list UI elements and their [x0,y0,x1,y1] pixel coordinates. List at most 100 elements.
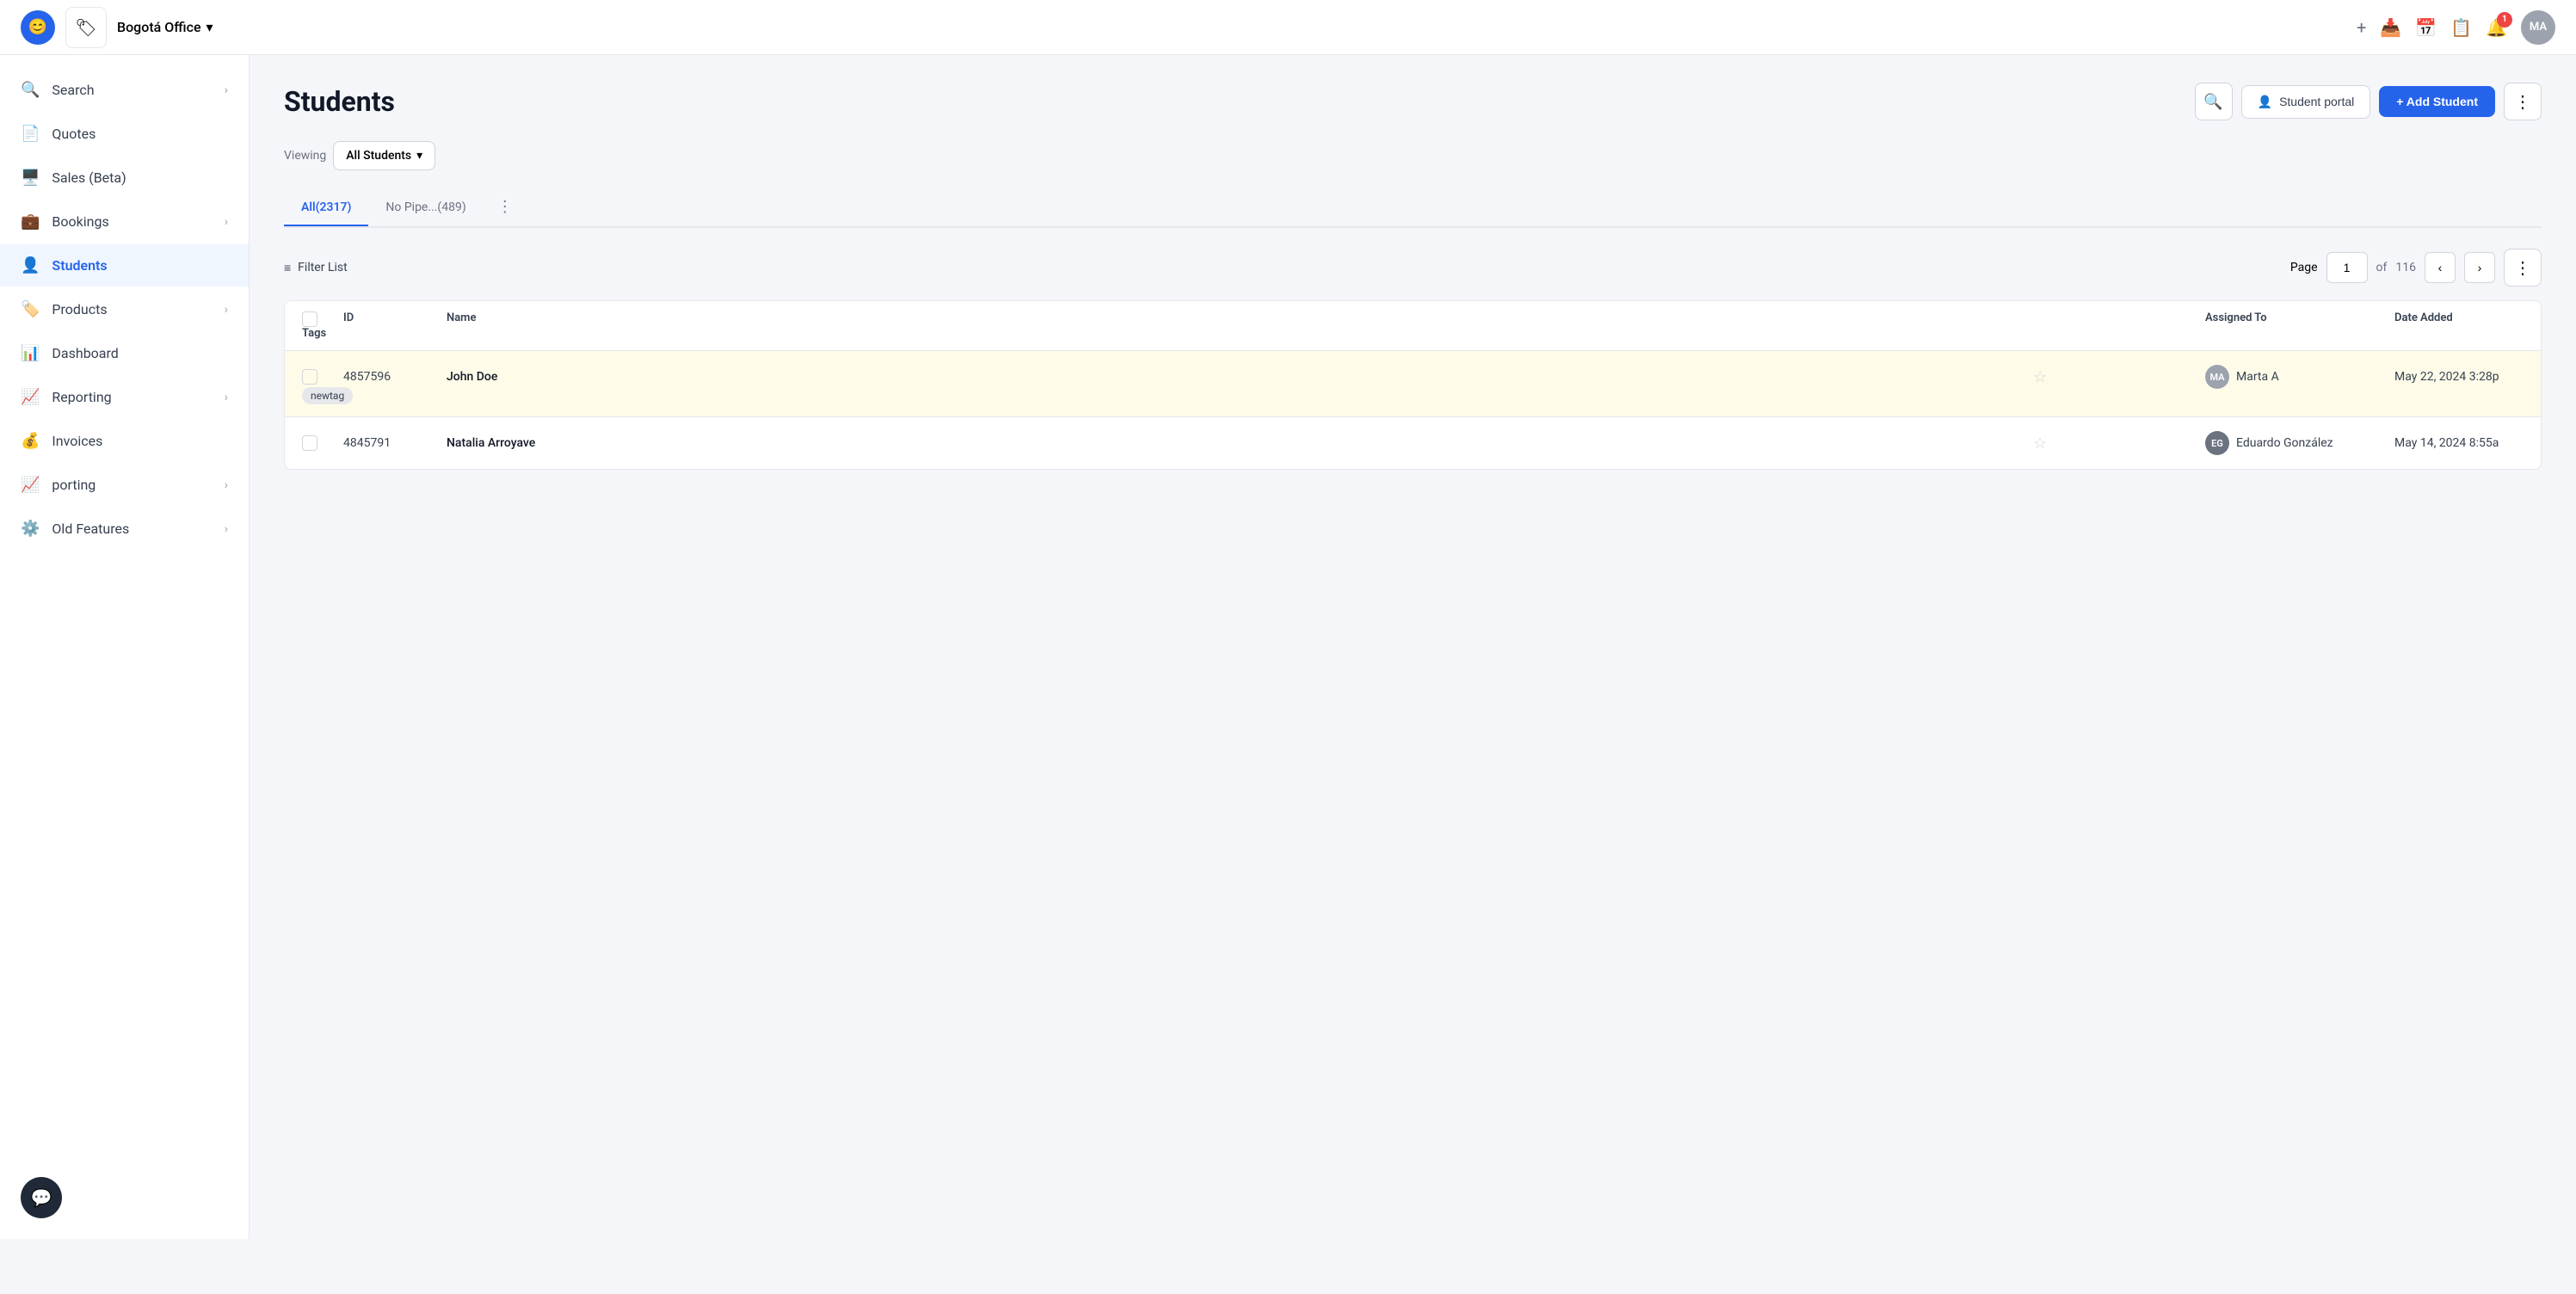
select-all-checkbox[interactable] [302,311,317,327]
star-icon[interactable]: ☆ [2033,434,2047,453]
sidebar-item-left: 🔍 Search [21,81,95,99]
brand-icon[interactable]: 😊 [21,10,55,45]
add-button[interactable]: + [2357,17,2366,38]
porting-icon: 📈 [21,476,40,494]
sidebar-item-students[interactable]: 👤 Students [0,244,249,287]
layout: 🔍 Search › 📄 Quotes 🖥️ Sales (Beta) 💼 Bo… [0,55,2576,1239]
assigned-name: Marta A [2236,370,2279,384]
table-more-button[interactable]: ⋮ [2504,249,2542,287]
row-star[interactable]: ☆ [2033,368,2205,386]
sidebar-label: Dashboard [52,345,118,361]
office-selector[interactable]: Bogotá Office ▾ [117,19,213,35]
task-icon[interactable]: 📋 [2450,17,2472,38]
portal-icon: 👤 [2258,95,2272,109]
avatar[interactable]: MA [2521,10,2555,45]
row-assigned: EG Eduardo González [2205,431,2394,455]
assigned-avatar: EG [2205,431,2229,455]
tabs-more-button[interactable]: ⋮ [490,188,520,226]
row-name[interactable]: John Doe [447,370,2033,384]
col-assigned: Assigned To [2205,311,2394,327]
tab-nopipe[interactable]: No Pipe...(489) [368,190,483,226]
sidebar-item-left: 📊 Dashboard [21,344,119,362]
col-date: Date Added [2394,311,2524,327]
table-row: 4845791 Natalia Arroyave ☆ EG Eduardo Go… [285,417,2541,469]
dashboard-icon: 📊 [21,344,40,362]
invoices-icon: 💰 [21,432,40,450]
row-id: 4857596 [343,370,447,384]
top-header: 😊 🏷 Bogotá Office ▾ + 📥 📅 📋 🔔 1 MA [0,0,2576,55]
viewing-selector[interactable]: All Students ▾ [333,141,435,170]
row-star[interactable]: ☆ [2033,434,2205,453]
tab-all[interactable]: All(2317) [284,190,368,226]
chevron-right-icon: › [225,215,228,229]
more-options-button[interactable]: ⋮ [2504,83,2542,120]
sidebar-item-dashboard[interactable]: 📊 Dashboard [0,332,249,374]
sidebar-label: Students [52,257,107,274]
chevron-down-icon: ▾ [206,19,213,35]
table-row: 4857596 John Doe ☆ MA Marta A May 22, 20… [285,351,2541,417]
sidebar-item-search[interactable]: 🔍 Search › [0,69,249,111]
student-portal-button[interactable]: 👤 Student portal [2241,85,2371,119]
filter-list-button[interactable]: ≡ Filter List [284,261,348,275]
viewing-label: Viewing [284,149,326,163]
pagination: Page of 116 ‹ › ⋮ [2290,249,2542,287]
chat-widget[interactable]: 💬 [21,1177,62,1218]
sidebar-label: Products [52,301,107,317]
logo-icon: 🏷 [75,17,96,38]
search-icon: 🔍 [21,81,40,99]
row-date: May 14, 2024 8:55a [2394,436,2524,450]
notification-badge: 1 [2497,12,2512,28]
row-name[interactable]: Natalia Arroyave [447,436,2033,450]
add-student-label: + Add Student [2396,95,2478,108]
sidebar-item-quotes[interactable]: 📄 Quotes [0,113,249,155]
inbox-icon[interactable]: 📥 [2380,17,2401,38]
col-checkbox [302,311,343,327]
col-star [2033,311,2205,327]
star-icon[interactable]: ☆ [2033,368,2047,386]
row-assigned: MA Marta A [2205,365,2394,389]
sidebar-item-left: ⚙️ Old Features [21,520,129,538]
viewing-bar: Viewing All Students ▾ [284,141,2542,170]
add-student-button[interactable]: + Add Student [2379,86,2495,117]
bookings-icon: 💼 [21,213,40,231]
sidebar-item-porting[interactable]: 📈 porting › [0,464,249,506]
prev-page-button[interactable]: ‹ [2425,252,2456,283]
notifications-button[interactable]: 🔔 1 [2486,17,2507,38]
chat-icon: 💬 [31,1187,52,1208]
main-content: Students 🔍 👤 Student portal + Add Studen… [250,55,2576,1239]
row-checkbox[interactable] [302,369,343,385]
office-name: Bogotá Office [117,19,201,35]
sidebar-item-bookings[interactable]: 💼 Bookings › [0,200,249,243]
page-actions: 🔍 👤 Student portal + Add Student ⋮ [2195,83,2542,120]
sidebar-label: Quotes [52,126,96,142]
page-input[interactable] [2326,252,2368,283]
row-checkbox[interactable] [302,435,343,451]
tag-badge[interactable]: newtag [302,387,353,404]
header-right: + 📥 📅 📋 🔔 1 MA [2357,10,2555,45]
sidebar-item-invoices[interactable]: 💰 Invoices [0,420,249,462]
sidebar-item-left: 👤 Students [21,256,108,274]
filter-label: Filter List [298,261,348,274]
page-of-label: of [2376,261,2388,274]
viewing-selected: All Students [346,149,411,163]
sidebar-item-left: 🏷️ Products [21,300,108,318]
chevron-down-icon: ▾ [416,149,422,163]
col-name: Name [447,311,2033,327]
sidebar-label: Search [52,82,94,98]
sidebar-item-left: 📈 porting [21,476,96,494]
products-icon: 🏷️ [21,300,40,318]
next-page-button[interactable]: › [2464,252,2495,283]
sidebar-item-reporting[interactable]: 📈 Reporting › [0,376,249,418]
sidebar-item-products[interactable]: 🏷️ Products › [0,288,249,330]
sidebar-item-sales[interactable]: 🖥️ Sales (Beta) [0,157,249,199]
search-button[interactable]: 🔍 [2195,83,2233,120]
chevron-right-icon: › [225,303,228,317]
sales-icon: 🖥️ [21,169,40,187]
chevron-right-icon: › [225,83,228,97]
calendar-icon[interactable]: 📅 [2415,17,2437,38]
sidebar-item-old-features[interactable]: ⚙️ Old Features › [0,508,249,550]
assigned-avatar: MA [2205,365,2229,389]
sidebar-label: Sales (Beta) [52,169,126,186]
tabs: All(2317)No Pipe...(489)⋮ [284,188,2542,228]
sidebar-item-left: 📈 Reporting [21,388,112,406]
